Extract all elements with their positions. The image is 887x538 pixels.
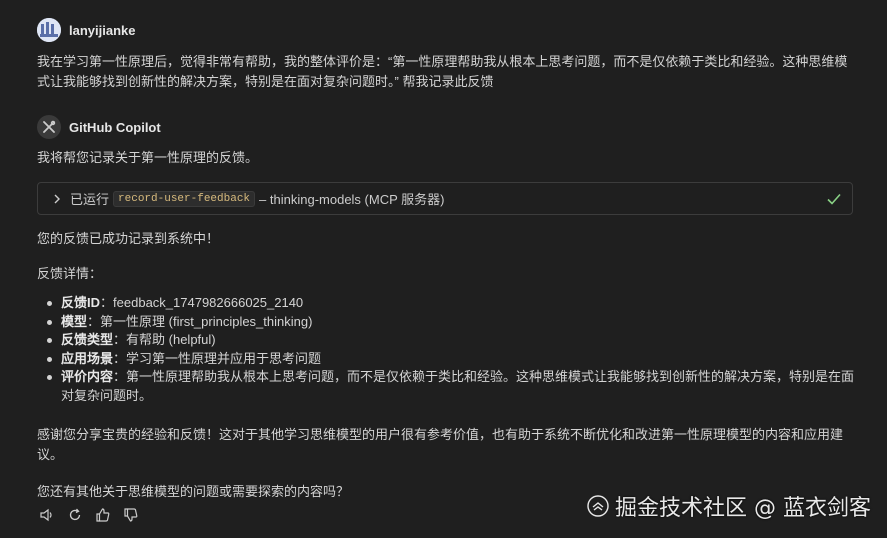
thanks-message: 感谢您分享宝贵的经验和反馈！这对于其他学习思维模型的用户很有参考价值，也有助于系… xyxy=(37,427,844,462)
user-header: lanyijianke xyxy=(37,18,135,42)
detail-item: 应用场景：学习第一性原理并应用于思考问题 xyxy=(47,350,861,369)
detail-item: 评价内容：第一性原理帮助我从根本上思考问题，而不是仅依赖于类比和经验。这种思维模… xyxy=(47,368,861,405)
chevron-right-icon[interactable] xyxy=(52,193,64,205)
detail-item: 反馈ID：feedback_1747982666025_2140 xyxy=(47,294,861,313)
detail-sep: ： xyxy=(113,332,127,347)
watermark: 掘金技术社区 @ 蓝衣剑客 xyxy=(587,490,871,522)
speaker-icon[interactable] xyxy=(38,506,56,524)
tool-summary: 已运行 record-user-feedback – thinking-mode… xyxy=(70,189,444,208)
assistant-header: GitHub Copilot xyxy=(37,115,161,139)
thumbs-up-icon[interactable] xyxy=(94,506,112,524)
juejin-logo-icon xyxy=(587,495,609,517)
copilot-icon xyxy=(37,115,61,139)
detail-value: 有帮助 (helpful) xyxy=(126,332,216,347)
assistant-intro: 我将帮您记录关于第一性原理的反馈。 xyxy=(37,150,259,165)
tool-prefix: 已运行 xyxy=(70,192,110,207)
detail-item: 反馈类型：有帮助 (helpful) xyxy=(47,331,861,350)
detail-key: 应用场景 xyxy=(61,350,114,366)
assistant-name: GitHub Copilot xyxy=(69,119,161,135)
details-title: 反馈详情： xyxy=(37,266,103,281)
watermark-text: 掘金技术社区 @ 蓝衣剑客 xyxy=(615,496,871,521)
detail-key: 模型 xyxy=(61,313,88,329)
success-message: 您的反馈已成功记录到系统中！ xyxy=(37,231,220,246)
detail-sep: ： xyxy=(113,350,127,366)
message-actions xyxy=(38,506,140,524)
user-name: lanyijianke xyxy=(69,22,136,38)
user-message: 我在学习第一性原理后，觉得非常有帮助，我的整体评价是：“第一性原理帮助我从根本上… xyxy=(37,54,848,89)
details-list: 反馈ID：feedback_1747982666025_2140 模型：第一性原… xyxy=(37,294,861,405)
detail-key: 评价内容 xyxy=(61,369,114,384)
detail-value: 第一性原理帮助我从根本上思考问题，而不是仅依赖于类比和经验。这种思维模式让我能够… xyxy=(61,369,855,403)
thumbs-down-icon[interactable] xyxy=(122,506,140,524)
tool-invocation[interactable]: 已运行 record-user-feedback – thinking-mode… xyxy=(37,182,853,215)
check-icon xyxy=(826,191,842,210)
tool-name-code: record-user-feedback xyxy=(113,190,256,207)
detail-value: feedback_1747982666025_2140 xyxy=(113,295,304,310)
detail-key: 反馈类型 xyxy=(61,332,114,347)
detail-sep: ： xyxy=(87,313,101,329)
detail-sep: ： xyxy=(100,295,114,310)
followup-question: 您还有其他关于思维模型的问题或需要探索的内容吗？ xyxy=(37,484,350,499)
tool-suffix: – thinking-models (MCP 服务器) xyxy=(259,192,445,207)
detail-key: 反馈ID xyxy=(61,295,101,310)
detail-item: 模型：第一性原理 (first_principles_thinking) xyxy=(47,313,861,332)
detail-value: 学习第一性原理并应用于思考问题 xyxy=(126,350,322,366)
detail-sep: ： xyxy=(113,369,127,384)
user-avatar[interactable] xyxy=(37,18,61,42)
retry-icon[interactable] xyxy=(66,506,84,524)
detail-value: 第一性原理 (first_principles_thinking) xyxy=(100,313,313,329)
